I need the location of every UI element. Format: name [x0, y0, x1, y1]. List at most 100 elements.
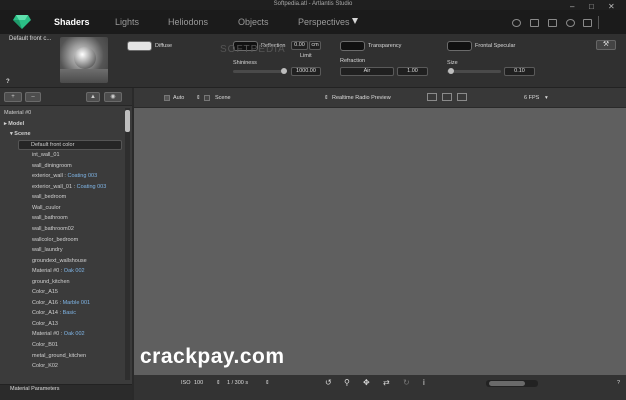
viewport-zoom-slider[interactable]	[486, 380, 538, 387]
walk-icon[interactable]: ⇄	[383, 378, 390, 387]
tree-row[interactable]: Color_A14 : Basic	[0, 308, 124, 319]
add-shader-icon[interactable]: +	[4, 92, 22, 102]
tab-shaders[interactable]: Shaders	[54, 17, 90, 27]
tree-row[interactable]: int_wall_01	[0, 150, 124, 161]
tab-perspectives[interactable]: Perspectives	[298, 17, 350, 27]
frontal-specular-color-swatch[interactable]	[447, 41, 472, 51]
tab-lights[interactable]: Lights	[115, 17, 139, 27]
scene-label: Scene	[215, 95, 231, 101]
shininess-slider[interactable]	[233, 68, 287, 74]
redo-icon[interactable]: ↻	[403, 378, 410, 387]
fps-select[interactable]: 6 FPS	[524, 95, 539, 101]
toolbar-divider	[598, 16, 599, 29]
tree-row[interactable]: exterior_wall : Coating 003	[0, 171, 124, 182]
tree-row[interactable]: Wall_cuulor	[0, 203, 124, 214]
material-parameters-bar[interactable]: Material Parameters	[0, 384, 132, 400]
iso-value[interactable]: 100	[194, 380, 203, 386]
tree-row[interactable]: Material #0 : Oak 002	[0, 266, 124, 277]
tree-row[interactable]: metal_ground_kitchen	[0, 351, 124, 362]
perspectives-dropdown-icon[interactable]	[352, 18, 358, 24]
minimize-button[interactable]: –	[570, 2, 574, 11]
tree-row[interactable]: wall_diningroom	[0, 161, 124, 172]
pointer-icon[interactable]: ▲	[86, 92, 100, 102]
pan-icon[interactable]: ✥	[363, 378, 370, 387]
viewport-help-icon[interactable]: ?	[617, 380, 620, 386]
display-mode-icon[interactable]	[427, 93, 437, 101]
viewport-bottom-bar: ISO 100 ⇕ 1 / 300 s ⇕ ↺ ⚲ ✥ ⇄ ↻ i ?	[134, 375, 626, 400]
power-icon[interactable]	[512, 19, 521, 27]
tree-row-selected[interactable]: Default front color	[18, 139, 122, 151]
scene-checkbox[interactable]	[204, 95, 210, 101]
shader-list-toolbar: + – ▲ ◉	[0, 88, 132, 106]
realtime-stepper-icon[interactable]: ⇕	[324, 95, 329, 101]
tree-row[interactable]: Color_K02	[0, 361, 124, 372]
layout-icon[interactable]	[457, 93, 467, 101]
camera-icon[interactable]	[566, 19, 575, 27]
tree-row[interactable]: Color_B01	[0, 340, 124, 351]
transparency-color-swatch[interactable]	[340, 41, 365, 51]
frontal-specular-label: Frontal Specular	[475, 43, 516, 49]
shader-list-panel: + – ▲ ◉ Material #0 ▸ Model ▾ Scene Defa…	[0, 88, 132, 384]
tree-row[interactable]: wall_laundry	[0, 245, 124, 256]
tree-row[interactable]: Color_A13	[0, 319, 124, 330]
fps-dropdown-icon[interactable]: ▾	[545, 95, 548, 101]
help-icon[interactable]: ?	[6, 79, 10, 85]
reflection-unit-field[interactable]: cm	[309, 41, 321, 50]
maximize-button[interactable]: □	[589, 2, 594, 11]
tree-row[interactable]: exterior_wall_01 : Coating 003	[0, 182, 124, 193]
shader-tree-scrollbar[interactable]	[125, 108, 130, 380]
size-slider[interactable]	[447, 68, 501, 74]
refraction-value-field[interactable]: 1.00	[397, 67, 428, 76]
material-name: Default front c...	[9, 36, 52, 42]
scrollbar-thumb[interactable]	[125, 110, 130, 132]
viewport-zoom-slider-thumb[interactable]	[489, 381, 525, 386]
window-icon[interactable]	[530, 19, 539, 27]
render-icon[interactable]	[583, 19, 592, 27]
tree-row[interactable]: wallcolor_bedroom	[0, 235, 124, 246]
diffuse-color-swatch[interactable]	[127, 41, 152, 51]
iso-stepper-icon[interactable]: ⇕	[216, 380, 221, 386]
transparency-label: Transparency	[368, 43, 402, 49]
wrench-icon[interactable]: ⚒	[596, 40, 616, 50]
tree-row[interactable]: ground_kitchen	[0, 277, 124, 288]
material-preview[interactable]	[60, 37, 108, 83]
grid-icon[interactable]	[442, 93, 452, 101]
scene-stepper-icon[interactable]: ⇕	[196, 95, 201, 101]
close-button[interactable]: ✕	[608, 2, 615, 11]
reflection-value-field[interactable]: 0.00	[291, 41, 308, 50]
limit-value-field[interactable]: 1000.00	[291, 67, 321, 76]
artlantis-logo-icon	[13, 15, 31, 29]
viewport-toolbar: Auto ⇕ Scene ⇕ Realtime Radio Preview 6 …	[134, 88, 626, 108]
size-label: Size	[447, 60, 458, 66]
render-viewport[interactable]: SOFTPEDIA	[134, 44, 626, 375]
speed-stepper-icon[interactable]: ⇕	[265, 380, 270, 386]
window-title: Softpedia.atl - Artlantis Studio	[273, 1, 353, 7]
tree-row[interactable]: Material #0	[0, 108, 124, 119]
tab-heliodons[interactable]: Heliodons	[168, 17, 208, 27]
tree-row[interactable]: Color_A16 : Marble 001	[0, 298, 124, 309]
remove-shader-button[interactable]: –	[25, 92, 41, 102]
size-value-field[interactable]: 0.10	[504, 67, 535, 76]
tree-row[interactable]: wall_bathroom02	[0, 224, 124, 235]
tab-objects[interactable]: Objects	[238, 17, 269, 27]
refraction-medium-select[interactable]: Air	[340, 67, 394, 76]
duplicate-icon[interactable]	[548, 19, 557, 27]
shininess-slider-knob[interactable]	[281, 68, 287, 74]
auto-checkbox[interactable]	[164, 95, 170, 101]
eye-icon[interactable]: ◉	[104, 92, 122, 102]
tree-row[interactable]: ▾ Scene	[0, 129, 124, 140]
shutter-speed-value[interactable]: 1 / 300 s	[227, 380, 248, 386]
tree-row[interactable]: groundext_wallshouse	[0, 256, 124, 267]
info-icon[interactable]: i	[423, 378, 425, 387]
tree-row[interactable]: Material #0 : Oak 002	[0, 329, 124, 340]
size-slider-knob[interactable]	[448, 68, 454, 74]
tree-row[interactable]: wall_bathroom	[0, 213, 124, 224]
tree-row[interactable]: ▸ Model	[0, 119, 124, 130]
zoom-icon[interactable]: ⚲	[344, 378, 350, 387]
shader-tree: Material #0 ▸ Model ▾ Scene Default fron…	[0, 108, 124, 378]
undo-icon[interactable]: ↺	[325, 378, 332, 387]
window-titlebar: Softpedia.atl - Artlantis Studio	[0, 0, 626, 10]
realtime-preview-label: Realtime Radio Preview	[332, 95, 391, 101]
tree-row[interactable]: wall_bedroom	[0, 192, 124, 203]
tree-row[interactable]: Color_A15	[0, 287, 124, 298]
